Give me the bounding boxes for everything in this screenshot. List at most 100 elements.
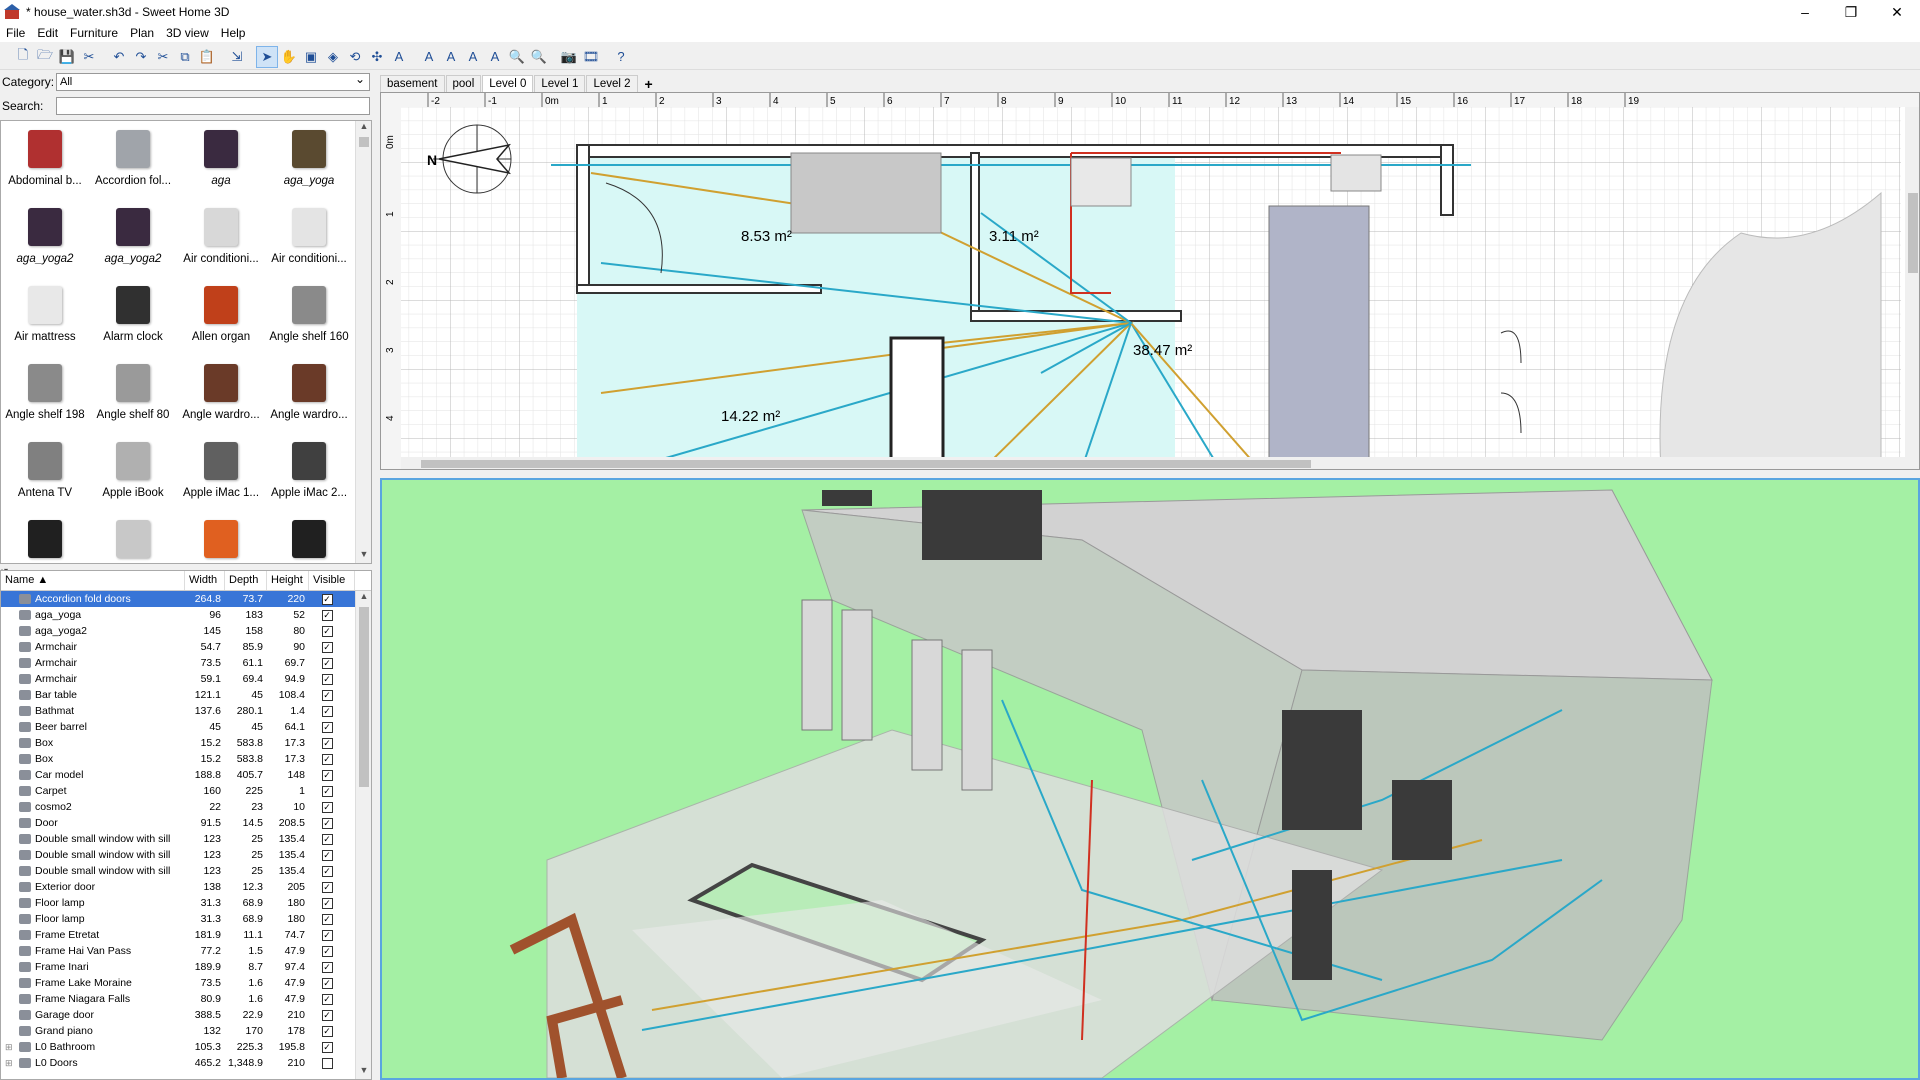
table-row[interactable]: Armchair 54.7 85.9 90 ✓ (1, 639, 371, 655)
preferences-icon[interactable]: ✂ (78, 46, 100, 68)
catalog-item[interactable] (89, 511, 177, 563)
tree-expand-icon[interactable]: ⊞ (5, 1058, 17, 1069)
create-rooms-icon[interactable]: ◈ (322, 46, 344, 68)
catalog-item[interactable]: Angle wardro... (265, 355, 353, 433)
col-depth[interactable]: Depth (225, 571, 267, 590)
create-dimensions-icon[interactable]: ✣ (366, 46, 388, 68)
sink-fixture[interactable] (1330, 154, 1382, 192)
table-row[interactable]: Car model 188.8 405.7 148 ✓ (1, 767, 371, 783)
table-row[interactable]: Box 15.2 583.8 17.3 ✓ (1, 751, 371, 767)
catalog-item[interactable]: Abdominal b... (1, 121, 89, 199)
catalog-item[interactable]: Air mattress (1, 277, 89, 355)
3d-house-render[interactable] (382, 480, 1918, 1078)
visible-checkbox[interactable]: ✓ (321, 593, 333, 605)
table-row[interactable]: Exterior door 138 12.3 205 ✓ (1, 879, 371, 895)
scroll-up-icon[interactable]: ▲ (356, 591, 371, 605)
table-row[interactable]: Door 91.5 14.5 208.5 ✓ (1, 815, 371, 831)
catalog-scroll-thumb[interactable] (359, 137, 369, 147)
menu-furniture[interactable]: Furniture (64, 26, 124, 40)
help-icon[interactable]: ? (610, 46, 632, 68)
visible-checkbox[interactable]: ✓ (321, 817, 333, 829)
menu-plan[interactable]: Plan (124, 26, 160, 40)
create-photo-icon[interactable]: 📷 (558, 46, 580, 68)
catalog-scrollbar[interactable]: ▲ ▼ (355, 121, 371, 563)
catalog-item[interactable] (265, 511, 353, 563)
catalog-item[interactable]: Apple iMac 1... (177, 433, 265, 511)
copy-icon[interactable]: ⧉ (174, 46, 196, 68)
table-row[interactable]: Frame Inari 189.9 8.7 97.4 ✓ (1, 959, 371, 975)
visible-checkbox[interactable]: ✓ (321, 753, 333, 765)
visible-checkbox[interactable]: ✓ (321, 849, 333, 861)
plan-view[interactable]: -2 -1 0m 1 2 3 4 5 6 7 8 9 10 11 12 13 14 15 16 17 18 19 0m 1 2… (380, 92, 1920, 470)
text-italic-icon[interactable]: A (440, 46, 462, 68)
3d-view[interactable] (380, 478, 1920, 1080)
catalog-item[interactable]: Angle shelf 80 (89, 355, 177, 433)
open-icon[interactable]: 🗁 (34, 46, 56, 68)
menu-3d-view[interactable]: 3D view (160, 26, 215, 40)
add-furniture-icon[interactable]: ⇲ (226, 46, 248, 68)
save-icon[interactable]: 💾 (56, 46, 78, 68)
visible-checkbox[interactable]: ✓ (321, 1025, 333, 1037)
col-width[interactable]: Width (185, 571, 225, 590)
col-name[interactable]: Name ▲ (1, 571, 185, 590)
plan-vscrollbar[interactable] (1905, 107, 1920, 457)
bathtub-fixture[interactable] (1268, 205, 1370, 470)
scroll-down-icon[interactable]: ▼ (356, 549, 371, 563)
wall-north[interactable] (576, 144, 1452, 158)
catalog-item[interactable]: Angle shelf 160 (265, 277, 353, 355)
visible-checkbox[interactable]: ✓ (321, 657, 333, 669)
table-row[interactable]: ⊞ L0 Doors 465.2 1,348.9 210 (1, 1055, 371, 1071)
redo-icon[interactable]: ↷ (130, 46, 152, 68)
catalog-item[interactable]: Apple iMac 2... (265, 433, 353, 511)
table-row[interactable]: Frame Hai Van Pass 77.2 1.5 47.9 ✓ (1, 943, 371, 959)
col-height[interactable]: Height (267, 571, 309, 590)
catalog-item[interactable] (177, 511, 265, 563)
visible-checkbox[interactable]: ✓ (321, 785, 333, 797)
cut-icon[interactable]: ✂ (152, 46, 174, 68)
door-opening[interactable] (889, 336, 945, 470)
catalog-item[interactable]: aga_yoga2 (1, 199, 89, 277)
select-mode-icon[interactable]: ➤ (256, 45, 278, 68)
table-row[interactable]: Double small window with sill 123 25 135.4 ✓ (1, 831, 371, 847)
visible-checkbox[interactable]: ✓ (321, 913, 333, 925)
table-row[interactable]: Bathmat 137.6 280.1 1.4 ✓ (1, 703, 371, 719)
visible-checkbox[interactable]: ✓ (321, 1041, 333, 1053)
tab-level[interactable]: Level 0 (482, 75, 534, 92)
catalog-item[interactable] (1, 511, 89, 563)
table-row[interactable]: Bar table 121.1 45 108.4 ✓ (1, 687, 371, 703)
zoom-out-icon[interactable]: 🔍 (528, 46, 550, 68)
visible-checkbox[interactable]: ✓ (321, 801, 333, 813)
catalog-item[interactable]: Air conditioni... (265, 199, 353, 277)
text-bold-icon[interactable]: A (418, 46, 440, 68)
catalog-item[interactable]: Angle wardro... (177, 355, 265, 433)
wall-bath[interactable] (970, 152, 980, 312)
visible-checkbox[interactable]: ✓ (321, 993, 333, 1005)
table-row[interactable]: aga_yoga 96 183 52 ✓ (1, 607, 371, 623)
paste-icon[interactable]: 📋 (196, 46, 218, 68)
visible-checkbox[interactable]: ✓ (321, 881, 333, 893)
create-polylines-icon[interactable]: ⟲ (344, 46, 366, 68)
table-row[interactable]: Frame Lake Moraine 73.5 1.6 47.9 ✓ (1, 975, 371, 991)
menu-file[interactable]: File (0, 26, 31, 40)
menu-edit[interactable]: Edit (31, 26, 64, 40)
visible-checkbox[interactable]: ✓ (321, 1009, 333, 1021)
table-row[interactable]: cosmo2 22 23 10 ✓ (1, 799, 371, 815)
catalog-item[interactable]: Accordion fol... (89, 121, 177, 199)
create-walls-icon[interactable]: ▣ (300, 46, 322, 68)
scroll-up-icon[interactable]: ▲ (356, 121, 371, 135)
scroll-down-icon[interactable]: ▼ (356, 1065, 371, 1079)
table-row[interactable]: Double small window with sill 123 25 135.4 ✓ (1, 863, 371, 879)
visible-checkbox[interactable]: ✓ (321, 929, 333, 941)
table-row[interactable]: aga_yoga2 145 158 80 ✓ (1, 623, 371, 639)
menu-help[interactable]: Help (215, 26, 252, 40)
visible-checkbox[interactable]: ✓ (321, 945, 333, 957)
table-row[interactable]: Carpet 160 225 1 ✓ (1, 783, 371, 799)
table-row[interactable]: Box 15.2 583.8 17.3 ✓ (1, 735, 371, 751)
category-select[interactable]: All (56, 71, 370, 91)
plan-vscroll-thumb[interactable] (1908, 193, 1918, 273)
search-input[interactable] (56, 97, 370, 115)
visible-checkbox[interactable] (321, 1057, 333, 1069)
catalog-item[interactable]: Antena TV (1, 433, 89, 511)
catalog-item[interactable]: Apple iBook (89, 433, 177, 511)
decrease-text-icon[interactable]: A (484, 46, 506, 68)
